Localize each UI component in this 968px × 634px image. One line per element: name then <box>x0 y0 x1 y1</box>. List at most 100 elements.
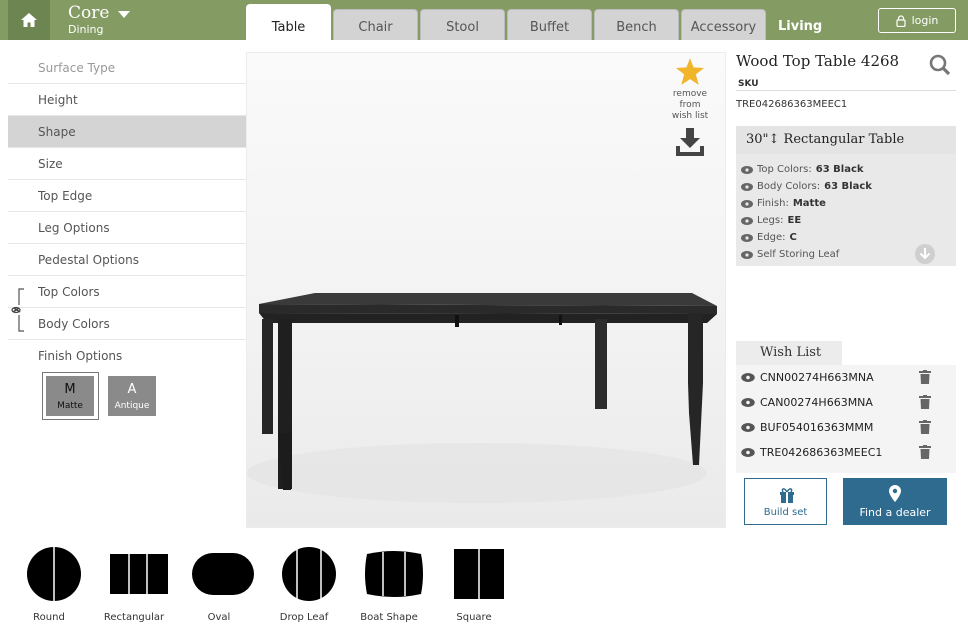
eye-icon[interactable] <box>741 422 755 432</box>
attribute-label: Self Storing Leaf <box>757 249 840 260</box>
attribute-row: Legs: EE <box>741 215 801 226</box>
trash-icon[interactable] <box>919 370 931 384</box>
eye-icon[interactable] <box>741 233 753 242</box>
product-viewer[interactable] <box>246 52 726 528</box>
finish-swatch-antique[interactable]: A Antique <box>108 376 156 416</box>
sidebar-item-leg-options[interactable]: Leg Options <box>8 212 246 244</box>
shape-option-square[interactable]: Square <box>434 540 514 623</box>
top-bar: Core Dining Table Chair Stool Buffet Ben… <box>0 0 968 40</box>
tab-stool[interactable]: Stool <box>420 9 505 40</box>
sidebar-item-height[interactable]: Height <box>8 84 246 116</box>
attribute-value: 63 Black <box>824 181 872 192</box>
eye-icon[interactable] <box>741 372 755 382</box>
shape-option-boat-shape[interactable]: Boat Shape <box>349 540 429 623</box>
tab-table[interactable]: Table <box>246 4 331 40</box>
sku-value: TRE042686363MEEC1 <box>736 99 848 110</box>
sidebar-item-pedestal-options[interactable]: Pedestal Options <box>8 244 246 276</box>
eye-icon[interactable] <box>741 216 753 225</box>
option-sidebar: Surface Type Height Shape Size Top Edge … <box>8 52 246 372</box>
eye-icon[interactable] <box>741 199 753 208</box>
eye-icon[interactable] <box>741 182 753 191</box>
map-pin-icon <box>889 485 901 502</box>
eye-icon[interactable] <box>741 397 755 407</box>
wishlist-item-code[interactable]: TRE042686363MEEC1 <box>760 446 882 459</box>
wishlist-toggle-label: remove from wish list <box>671 89 709 121</box>
attribute-row: Body Colors: 63 Black <box>741 181 872 192</box>
tab-living[interactable]: Living <box>778 19 822 34</box>
shape-option-drop-leaf[interactable]: Drop Leaf <box>264 540 344 623</box>
shape-label: Oval <box>207 612 231 623</box>
tab-bench[interactable]: Bench <box>594 9 679 40</box>
eye-icon[interactable] <box>741 165 753 174</box>
square-table-icon <box>454 549 504 599</box>
sidebar-item-top-colors[interactable]: Top Colors <box>8 276 246 308</box>
attribute-row: Edge: C <box>741 232 797 243</box>
lock-icon <box>895 14 906 27</box>
sidebar-item-size[interactable]: Size <box>8 148 246 180</box>
scroll-down-button[interactable] <box>915 244 935 264</box>
trash-icon[interactable] <box>919 445 931 459</box>
chain-link-icon[interactable] <box>8 287 28 333</box>
product-image <box>247 293 717 503</box>
download-icon[interactable] <box>674 128 706 158</box>
drop-leaf-table-icon <box>282 547 336 601</box>
finish-swatch-letter: A <box>127 382 137 397</box>
finish-swatch-label: Matte <box>57 401 83 411</box>
attribute-label: Body Colors: <box>757 181 821 192</box>
sidebar-item-body-colors[interactable]: Body Colors <box>8 308 246 340</box>
attribute-row: Top Colors: 63 Black <box>741 164 864 175</box>
home-icon <box>21 13 37 27</box>
wishlist-toggle[interactable]: remove from wish list <box>668 58 712 122</box>
wishlist-list: CNN00274H663MNA CAN00274H663MNA BUF05401… <box>736 365 956 473</box>
wishlist-item-code[interactable]: CNN00274H663MNA <box>760 371 874 384</box>
home-button[interactable] <box>8 0 50 40</box>
shape-option-rectangular[interactable]: Rectangular <box>94 540 174 623</box>
attribute-row: Finish: Matte <box>741 198 826 209</box>
shape-label: Rectangular <box>103 612 165 623</box>
sidebar-item-finish-options[interactable]: Finish Options <box>8 340 246 372</box>
shape-label: Boat Shape <box>360 612 418 623</box>
find-dealer-button[interactable]: Find a dealer <box>843 478 947 525</box>
build-set-label: Build set <box>763 507 808 518</box>
attribute-value: 63 Black <box>815 164 864 175</box>
finish-swatch-matte[interactable]: M Matte <box>46 376 94 416</box>
attribute-label: Legs: <box>757 215 784 226</box>
trash-icon[interactable] <box>919 420 931 434</box>
build-set-button[interactable]: Build set <box>744 478 827 525</box>
login-label: login <box>911 14 939 27</box>
chevron-down-icon[interactable] <box>118 11 130 18</box>
sidebar-item-surface-type[interactable]: Surface Type <box>8 52 246 84</box>
sidebar-item-shape[interactable]: Shape <box>8 116 246 148</box>
wishlist-item: CAN00274H663MNA <box>741 392 951 412</box>
tab-chair[interactable]: Chair <box>333 9 418 40</box>
tab-accessory[interactable]: Accessory <box>681 9 766 40</box>
finish-swatch-letter: M <box>64 382 76 397</box>
login-button[interactable]: login <box>878 8 956 33</box>
round-table-icon <box>27 547 81 601</box>
find-dealer-label: Find a dealer <box>859 506 931 519</box>
rectangular-table-icon <box>110 554 168 594</box>
gift-icon <box>780 488 794 503</box>
attribute-label: Top Colors: <box>757 164 812 175</box>
search-icon[interactable] <box>923 50 957 80</box>
wishlist-item-code[interactable]: CAN00274H663MNA <box>760 396 873 409</box>
eye-icon[interactable] <box>741 250 753 259</box>
collection-selector[interactable]: Core Dining <box>68 3 109 37</box>
eye-icon[interactable] <box>741 447 755 457</box>
shape-option-round[interactable]: Round <box>9 540 89 623</box>
tab-buffet[interactable]: Buffet <box>507 9 592 40</box>
title-divider <box>736 90 956 91</box>
attribute-value: C <box>789 232 797 243</box>
sidebar-item-top-edge[interactable]: Top Edge <box>8 180 246 212</box>
wishlist-item: TRE042686363MEEC1 <box>741 442 951 462</box>
shape-label: Drop Leaf <box>279 612 329 623</box>
wishlist-item: CNN00274H663MNA <box>741 367 951 387</box>
attribute-label: Edge: <box>757 232 786 243</box>
wishlist-title: Wish List <box>736 341 842 365</box>
boat-shape-table-icon <box>364 551 423 597</box>
trash-icon[interactable] <box>919 395 931 409</box>
shape-option-oval[interactable]: Oval <box>179 540 259 623</box>
wishlist-item: BUF054016363MMM <box>741 417 951 437</box>
wishlist-item-code[interactable]: BUF054016363MMM <box>760 421 873 434</box>
oval-table-icon <box>192 553 254 595</box>
